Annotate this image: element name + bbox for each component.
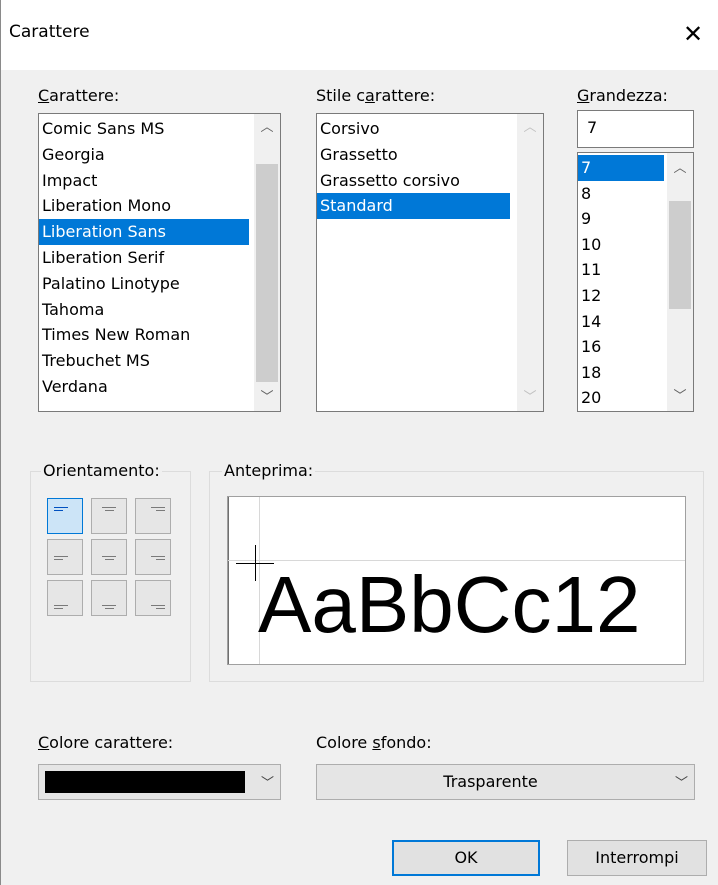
size-list-item[interactable]: 10 xyxy=(578,232,664,258)
font-color-dropdown[interactable]: ﹀ xyxy=(38,764,281,800)
scroll-down-icon[interactable]: ﹀ xyxy=(254,386,280,410)
size-list-item[interactable]: 7 xyxy=(578,155,664,181)
bg-color-label: Colore sfondo: xyxy=(316,733,432,752)
scroll-thumb[interactable] xyxy=(256,164,278,382)
scroll-up-icon[interactable]: ︿ xyxy=(517,116,543,140)
size-input[interactable]: 7 xyxy=(577,110,694,148)
scroll-up-icon[interactable]: ︿ xyxy=(254,116,280,140)
font-color-swatch xyxy=(45,771,245,793)
cancel-button[interactable]: Interrompi xyxy=(567,840,707,876)
dialog-title: Carattere xyxy=(9,22,90,42)
style-list-item[interactable]: Standard xyxy=(317,193,510,220)
scroll-thumb[interactable] xyxy=(669,201,691,309)
font-list-item[interactable]: Liberation Mono xyxy=(39,193,249,219)
size-list-item[interactable]: 18 xyxy=(578,360,664,386)
scroll-up-icon[interactable]: ︿ xyxy=(667,157,693,181)
ok-button[interactable]: OK xyxy=(392,840,540,876)
font-list-item[interactable]: Verdana xyxy=(39,374,249,400)
size-list[interactable]: 7 8 9 10 11 12 14 16 18 20 ︿ ﹀ xyxy=(577,152,694,412)
font-list-item[interactable]: Georgia xyxy=(39,142,249,168)
size-list-item[interactable]: 8 xyxy=(578,181,664,207)
font-list-item[interactable]: Trebuchet MS xyxy=(39,348,249,374)
font-list-item[interactable]: Liberation Serif xyxy=(39,245,249,271)
font-list-item[interactable]: Times New Roman xyxy=(39,322,249,348)
font-list-item[interactable]: Liberation Sans xyxy=(39,219,249,245)
style-list[interactable]: Corsivo Grassetto Grassetto corsivo Standar… xyxy=(316,113,544,412)
font-dialog: Carattere ✕ Carattere: Comic Sans MS Geor… xyxy=(0,0,718,885)
style-label: Stile carattere: xyxy=(316,86,436,105)
align-top-center-button[interactable] xyxy=(91,498,127,534)
align-bottom-right-button[interactable] xyxy=(135,580,171,616)
preview-left-border xyxy=(228,497,229,664)
title-bar: Carattere ✕ xyxy=(1,0,718,70)
size-list-item[interactable]: 12 xyxy=(578,283,664,309)
size-list-scrollbar[interactable]: ︿ ﹀ xyxy=(667,153,693,411)
chevron-down-icon: ﹀ xyxy=(260,776,274,791)
align-middle-left-button[interactable] xyxy=(47,539,83,575)
font-label: Carattere: xyxy=(38,86,120,105)
style-list-item[interactable]: Corsivo xyxy=(317,116,510,142)
align-top-left-button[interactable] xyxy=(47,498,83,534)
font-color-label: Colore carattere: xyxy=(38,733,174,752)
font-list-item[interactable]: Impact xyxy=(39,168,249,194)
preview-box: AaBbCc12 xyxy=(227,496,686,665)
scroll-down-icon[interactable]: ﹀ xyxy=(667,385,693,409)
size-list-item[interactable]: 9 xyxy=(578,206,664,232)
orientation-label: Orientamento: xyxy=(41,461,162,480)
style-list-item[interactable]: Grassetto xyxy=(317,142,510,168)
align-middle-right-button[interactable] xyxy=(135,539,171,575)
scroll-down-icon[interactable]: ﹀ xyxy=(517,386,543,410)
font-list-item[interactable]: Comic Sans MS xyxy=(39,116,249,142)
close-icon[interactable]: ✕ xyxy=(673,14,713,54)
font-list-scrollbar[interactable]: ︿ ﹀ xyxy=(254,114,280,411)
size-list-item[interactable]: 20 xyxy=(578,385,664,411)
size-label: Grandezza: xyxy=(577,86,668,105)
font-list[interactable]: Comic Sans MS Georgia Impact Liberation Mon… xyxy=(38,113,281,412)
crosshair-icon-vertical xyxy=(255,545,256,581)
align-bottom-left-button[interactable] xyxy=(47,580,83,616)
font-list-item[interactable]: Palatino Linotype xyxy=(39,271,249,297)
align-bottom-center-button[interactable] xyxy=(91,580,127,616)
size-list-item[interactable]: 14 xyxy=(578,309,664,335)
chevron-down-icon: ﹀ xyxy=(674,776,688,791)
preview-sample-text: AaBbCc12 xyxy=(258,560,641,649)
style-list-scrollbar[interactable]: ︿ ﹀ xyxy=(517,114,543,411)
preview-label: Anteprima: xyxy=(222,461,316,480)
align-middle-center-button[interactable] xyxy=(91,539,127,575)
bg-color-dropdown[interactable]: Trasparente ﹀ xyxy=(316,764,695,800)
align-top-right-button[interactable] xyxy=(135,498,171,534)
size-list-item[interactable]: 16 xyxy=(578,334,664,360)
size-list-item[interactable]: 11 xyxy=(578,257,664,283)
style-list-item[interactable]: Grassetto corsivo xyxy=(317,168,510,194)
bg-color-value: Trasparente xyxy=(443,772,538,791)
font-list-item[interactable]: Tahoma xyxy=(39,297,249,323)
